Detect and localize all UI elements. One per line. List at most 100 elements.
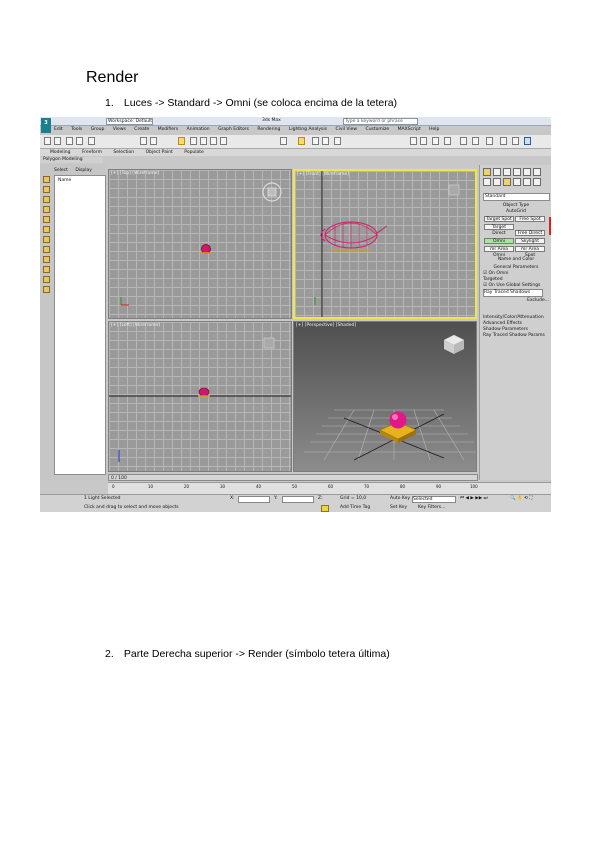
unlink-icon[interactable]: [76, 137, 83, 145]
viewport-top[interactable]: [+] [Top] [Wireframe]: [108, 169, 292, 319]
light-type-value[interactable]: Omni: [496, 271, 508, 276]
modify-tab-icon[interactable]: [493, 168, 501, 176]
free-spot-button[interactable]: Free Spot: [515, 216, 545, 222]
mr-area-omni-button[interactable]: mr Area Omni: [484, 246, 514, 258]
menu-item-edit[interactable]: Edit: [54, 127, 63, 132]
layer-manager-icon[interactable]: [432, 137, 439, 145]
display-bones-icon[interactable]: [43, 276, 50, 283]
display-none-icon[interactable]: [43, 176, 50, 183]
align-icon[interactable]: [420, 137, 427, 145]
select-object-icon[interactable]: [140, 137, 147, 145]
ribbon-tab-object-paint[interactable]: Object Paint: [146, 150, 173, 155]
menu-item-civil-view[interactable]: Civil View: [335, 127, 357, 132]
omni-button[interactable]: Omni: [484, 238, 514, 244]
curve-editor-icon[interactable]: [460, 137, 467, 145]
ribbon-tab-freeform[interactable]: Freeform: [82, 150, 102, 155]
select-region-icon[interactable]: [178, 137, 185, 145]
ribbon-tab-populate[interactable]: Populate: [184, 150, 204, 155]
scene-object-list[interactable]: Name: [54, 175, 106, 475]
menu-item-animation[interactable]: Animation: [187, 127, 210, 132]
menu-item-create[interactable]: Create: [134, 127, 149, 132]
list-header-name[interactable]: Name: [55, 176, 105, 183]
tab-display[interactable]: Display: [75, 168, 92, 173]
link-icon[interactable]: [66, 137, 73, 145]
shadows-on-checkbox[interactable]: On: [488, 283, 494, 288]
display-tab-icon[interactable]: [523, 168, 531, 176]
rendered-frame-icon[interactable]: [512, 137, 519, 145]
menu-item-customize[interactable]: Customize: [366, 127, 390, 132]
command-panel-scroll-marker[interactable]: [549, 217, 551, 235]
display-all-icon[interactable]: [43, 186, 50, 193]
redo-icon[interactable]: [54, 137, 61, 145]
display-geometry-icon[interactable]: [43, 196, 50, 203]
display-helpers-icon[interactable]: [43, 236, 50, 243]
free-direct-button[interactable]: Free Direct: [515, 230, 545, 236]
helpers-icon[interactable]: [523, 178, 531, 186]
selected-dropdown[interactable]: Selected: [412, 496, 456, 503]
playback-controls[interactable]: ⏮ ◀ ▶ ▶▶ ⏭: [460, 495, 488, 503]
y-field[interactable]: [282, 496, 314, 503]
mr-area-spot-button[interactable]: mr Area Spot: [515, 246, 545, 258]
place-icon[interactable]: [220, 137, 227, 145]
geometry-icon[interactable]: [483, 178, 491, 186]
spinner-snap-icon[interactable]: [322, 137, 329, 145]
render-setup-icon[interactable]: [500, 137, 507, 145]
select-by-name-icon[interactable]: [150, 137, 157, 145]
display-containers-icon[interactable]: [43, 286, 50, 293]
use-global-checkbox[interactable]: Use Global Settings: [496, 283, 540, 288]
snap-icon[interactable]: [280, 137, 287, 145]
display-shapes-icon[interactable]: [43, 206, 50, 213]
display-groups-icon[interactable]: [43, 256, 50, 263]
move-icon[interactable]: [190, 137, 197, 145]
angle-snap-icon[interactable]: [298, 137, 305, 145]
menu-item-help[interactable]: Help: [429, 127, 439, 132]
bind-space-warp-icon[interactable]: [88, 137, 95, 145]
ribbon-subtab[interactable]: Polygon Modeling: [40, 157, 103, 163]
track-bar[interactable]: 0 10 20 30 40 50 60 70 80 90 100: [108, 482, 551, 494]
menu-item-lighting-analysis[interactable]: Lighting Analysis: [289, 127, 327, 132]
menu-item-modifiers[interactable]: Modifiers: [158, 127, 179, 132]
viewport-front[interactable]: [+] [Front] [Wireframe]: [293, 169, 477, 319]
target-spot-button[interactable]: Target Spot: [484, 216, 514, 222]
mirror-icon[interactable]: [410, 137, 417, 145]
set-key-button[interactable]: Set Key: [390, 504, 407, 512]
space-warps-icon[interactable]: [533, 178, 541, 186]
viewport-nav-controls[interactable]: 🔍 ✋ ⟲ ⛶: [510, 495, 532, 503]
menu-item-graph-editors[interactable]: Graph Editors: [218, 127, 249, 132]
hierarchy-tab-icon[interactable]: [503, 168, 511, 176]
time-slider[interactable]: 0 / 100: [108, 474, 478, 481]
schematic-view-icon[interactable]: [472, 137, 479, 145]
x-field[interactable]: [238, 496, 270, 503]
percent-snap-icon[interactable]: [312, 137, 319, 145]
display-cameras-icon[interactable]: [43, 226, 50, 233]
graphite-tools-icon[interactable]: [444, 137, 451, 145]
motion-tab-icon[interactable]: [513, 168, 521, 176]
target-direct-button[interactable]: Target Direct: [484, 224, 514, 236]
add-time-tag[interactable]: Add Time Tag: [340, 504, 370, 512]
scale-icon[interactable]: [210, 137, 217, 145]
menu-item-rendering[interactable]: Rendering: [257, 127, 280, 132]
light-type-dropdown[interactable]: Standard: [483, 193, 550, 201]
utilities-tab-icon[interactable]: [533, 168, 541, 176]
viewport-left[interactable]: [+] [Left] [Wireframe]: [108, 321, 292, 472]
display-xrefs-icon[interactable]: [43, 266, 50, 273]
shadow-type-dropdown[interactable]: Ray Traced Shadows: [483, 289, 543, 297]
rotate-icon[interactable]: [200, 137, 207, 145]
menu-item-tools[interactable]: Tools: [71, 127, 82, 132]
name-color-header[interactable]: Name and Color: [483, 257, 549, 263]
autogrid-checkbox[interactable]: AutoGrid: [483, 209, 549, 215]
menu-item-views[interactable]: Views: [113, 127, 126, 132]
selection-lock-icon[interactable]: [321, 505, 329, 512]
undo-icon[interactable]: [44, 137, 51, 145]
tab-select[interactable]: Select: [54, 168, 68, 173]
workspace-dropdown[interactable]: Workspace: Default: [106, 118, 153, 125]
ribbon-tab-selection[interactable]: Selection: [113, 150, 134, 155]
ribbon-tab-modeling[interactable]: Modeling: [50, 150, 70, 155]
skylight-button[interactable]: Skylight: [515, 238, 545, 244]
app-logo-icon[interactable]: 3: [41, 118, 51, 133]
auto-key-button[interactable]: Auto Key: [390, 495, 410, 503]
menu-item-group[interactable]: Group: [91, 127, 105, 132]
viewport-perspective[interactable]: [+] [Perspective] [Shaded]: [293, 321, 477, 472]
shapes-icon[interactable]: [493, 178, 501, 186]
create-tab-icon[interactable]: [483, 168, 491, 176]
